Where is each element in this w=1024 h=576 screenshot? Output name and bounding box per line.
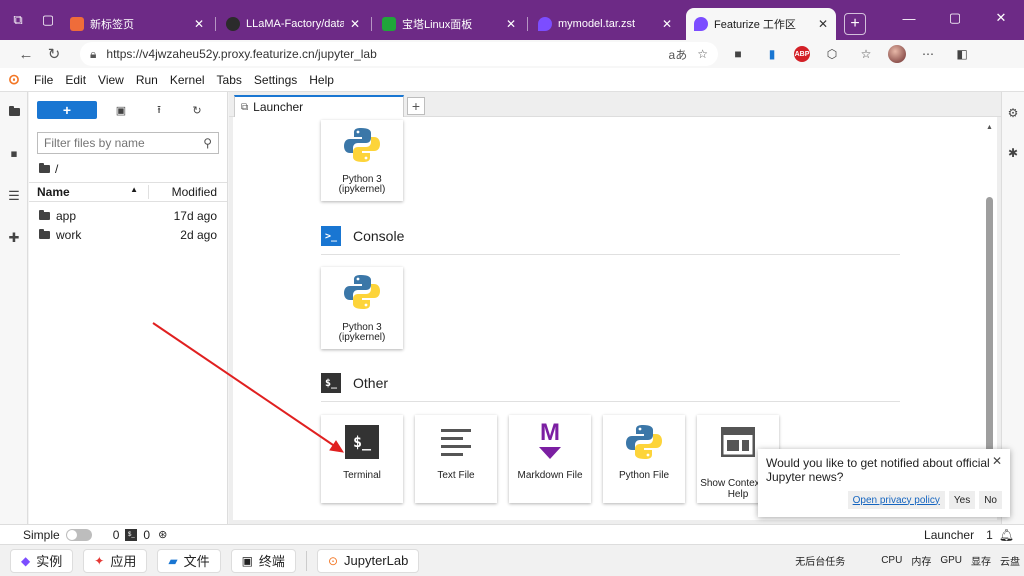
notification-message: Would you like to get notified about off… — [766, 456, 990, 484]
taskbar-jupyterlab-button[interactable]: ⊙ JupyterLab — [316, 548, 420, 573]
terminal-count: 0 — [112, 527, 120, 542]
terminal-icon: ▣ — [241, 553, 253, 568]
debugger-bug-icon[interactable]: ✱ — [1006, 146, 1020, 160]
workspace-taskbar: ◆ 实例 ✦ 应用 ▰ 文件 ▣ 终端 ⊙ JupyterLab 无后台任务 C… — [0, 544, 1024, 576]
vram-indicator[interactable]: 显存 — [971, 553, 991, 568]
taskbar-terminal-button[interactable]: ▣ 终端 — [230, 548, 296, 573]
privacy-policy-link[interactable]: Open privacy policy — [847, 491, 945, 509]
kernel-status-icon[interactable]: ⊛ — [158, 528, 167, 541]
background-tasks-status[interactable]: 无后台任务 — [795, 553, 845, 568]
kernel-count: 0 — [143, 527, 151, 542]
taskbar-separator — [305, 550, 307, 571]
notification-bell-icon[interactable]: 🔔︎ — [999, 528, 1014, 542]
yes-button[interactable]: Yes — [948, 491, 976, 509]
cpu-indicator[interactable]: CPU — [881, 555, 902, 566]
close-icon[interactable]: ✕ — [992, 454, 1002, 468]
terminal-status-icon: $_ — [125, 528, 138, 541]
memory-indicator[interactable]: 内存 — [911, 553, 931, 568]
taskbar-instances-button[interactable]: ◆ 实例 — [10, 548, 74, 573]
taskbar-files-button[interactable]: ▰ 文件 — [157, 548, 221, 573]
no-button[interactable]: No — [979, 491, 1002, 509]
folder-icon: ▰ — [168, 553, 178, 568]
status-bar: Simple 0 $_ 0 ⊛ Launcher 1 🔔︎ — [0, 524, 1024, 544]
gpu-indicator[interactable]: GPU — [940, 555, 962, 566]
property-inspector-gear-icon[interactable]: ⚙ — [1006, 106, 1020, 120]
taskbar-apps-button[interactable]: ✦ 应用 — [83, 548, 148, 573]
mode-label: Launcher — [924, 527, 975, 542]
featurize-icon: ◆ — [21, 553, 31, 568]
cloud-disk-indicator[interactable]: 云盘 — [1000, 553, 1020, 568]
notification-count[interactable]: 1 — [986, 528, 993, 542]
news-notification-toast: Would you like to get notified about off… — [758, 449, 1010, 517]
simple-mode-toggle[interactable] — [65, 528, 92, 541]
magic-wand-icon: ✦ — [94, 553, 105, 568]
simple-mode-label: Simple — [23, 527, 60, 542]
jupyter-logo-icon: ⊙ — [327, 553, 338, 568]
scroll-up-icon[interactable]: ▲ — [986, 124, 993, 131]
